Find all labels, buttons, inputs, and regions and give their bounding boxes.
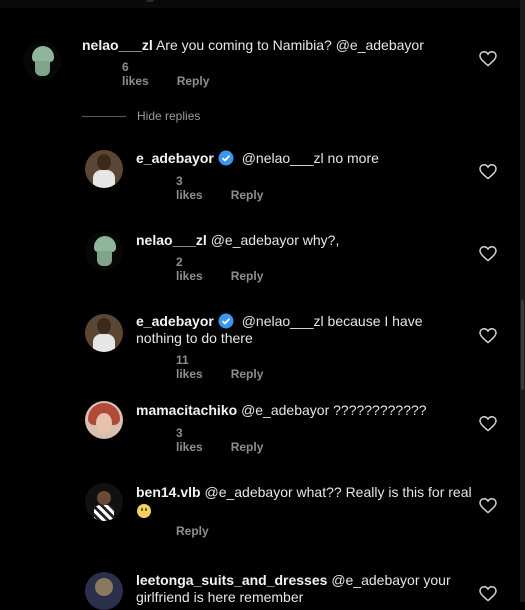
heart-outline-icon[interactable]	[479, 246, 497, 262]
comment-body: @e_adebayor why?,	[210, 232, 340, 248]
comment-username[interactable]: nelao___zl	[82, 37, 153, 53]
comment-text: ben14.vlb @e_adebayor what?? Really is t…	[136, 484, 472, 501]
comment-body: @e_adebayor ????????????	[241, 402, 427, 418]
comment-username[interactable]: e_adebayor	[136, 150, 214, 166]
avatar[interactable]	[85, 232, 123, 270]
comment-meta: 6 likes Reply	[122, 60, 237, 88]
comment-text: nelao___zl @e_adebayor why?,	[136, 232, 339, 249]
comment-username[interactable]: leetonga_suits_and_dresses	[136, 572, 327, 588]
reply-button[interactable]: Reply	[231, 269, 264, 283]
comment-username[interactable]: mamacitachiko	[136, 402, 237, 418]
heart-outline-icon[interactable]	[479, 328, 497, 344]
comment-meta: 11 likes Reply	[176, 353, 291, 381]
comment-body-line2: girlfriend is here remember	[136, 589, 304, 605]
like-count[interactable]: 3 likes	[176, 174, 203, 202]
comment-text: mamacitachiko @e_adebayor ????????????	[136, 402, 427, 419]
comment-text: nelao___zl Are you coming to Namibia? @e…	[82, 37, 424, 54]
reply-button[interactable]: Reply	[231, 440, 264, 454]
reply-button[interactable]: Reply	[231, 188, 264, 202]
heart-outline-icon[interactable]	[479, 51, 497, 67]
verified-badge-icon	[218, 313, 234, 329]
scrollbar[interactable]	[521, 300, 524, 390]
comment-text: leetonga_suits_and_dresses @e_adebayor y…	[136, 572, 451, 589]
avatar[interactable]	[23, 42, 61, 80]
scroll-track	[520, 0, 525, 602]
like-count[interactable]: 6 likes	[122, 60, 149, 88]
comment-username[interactable]: ben14.vlb	[136, 484, 201, 500]
comment-username[interactable]: nelao___zl	[136, 232, 207, 248]
avatar[interactable]	[85, 401, 123, 439]
heart-outline-icon[interactable]	[479, 416, 497, 432]
heart-outline-icon[interactable]	[479, 164, 497, 180]
comment-text: e_adebayor @nelao___zl because I have	[136, 313, 423, 330]
avatar[interactable]	[85, 150, 123, 188]
like-count[interactable]: 2 likes	[176, 255, 203, 283]
verified-badge-icon	[218, 150, 234, 166]
emoji-icon	[137, 503, 151, 521]
reply-button[interactable]: Reply	[176, 524, 209, 538]
comment-text: e_adebayor @nelao___zl no more	[136, 150, 379, 167]
like-count[interactable]: 3 likes	[176, 426, 203, 454]
reply-button[interactable]: Reply	[177, 74, 210, 88]
comment-username[interactable]: e_adebayor	[136, 313, 214, 329]
avatar[interactable]	[85, 483, 123, 521]
comment-body: @nelao___zl no more	[241, 150, 379, 166]
divider-line	[82, 116, 126, 117]
previous-comment-edge	[0, 0, 525, 8]
comment-meta: 2 likes Reply	[176, 255, 291, 283]
comment-body: Are you coming to Namibia? @e_adebayor	[155, 37, 424, 53]
comment-body: @nelao___zl because I have	[241, 313, 423, 329]
comment-body-line2: nothing to do there	[136, 330, 253, 346]
avatar[interactable]	[85, 314, 123, 352]
reply-button[interactable]: Reply	[231, 367, 264, 381]
comment-meta: 3 likes Reply	[176, 174, 291, 202]
like-count[interactable]: 11 likes	[176, 353, 203, 381]
comment-meta: Reply	[176, 524, 237, 538]
comment-body: @e_adebayor what?? Really is this for re…	[204, 484, 472, 500]
heart-outline-icon[interactable]	[479, 498, 497, 514]
heart-outline-icon[interactable]	[479, 586, 497, 602]
comment-meta: 3 likes Reply	[176, 426, 291, 454]
comment-body: @e_adebayor your	[331, 572, 451, 588]
avatar[interactable]	[85, 572, 123, 610]
hide-replies-label: Hide replies	[137, 109, 201, 123]
